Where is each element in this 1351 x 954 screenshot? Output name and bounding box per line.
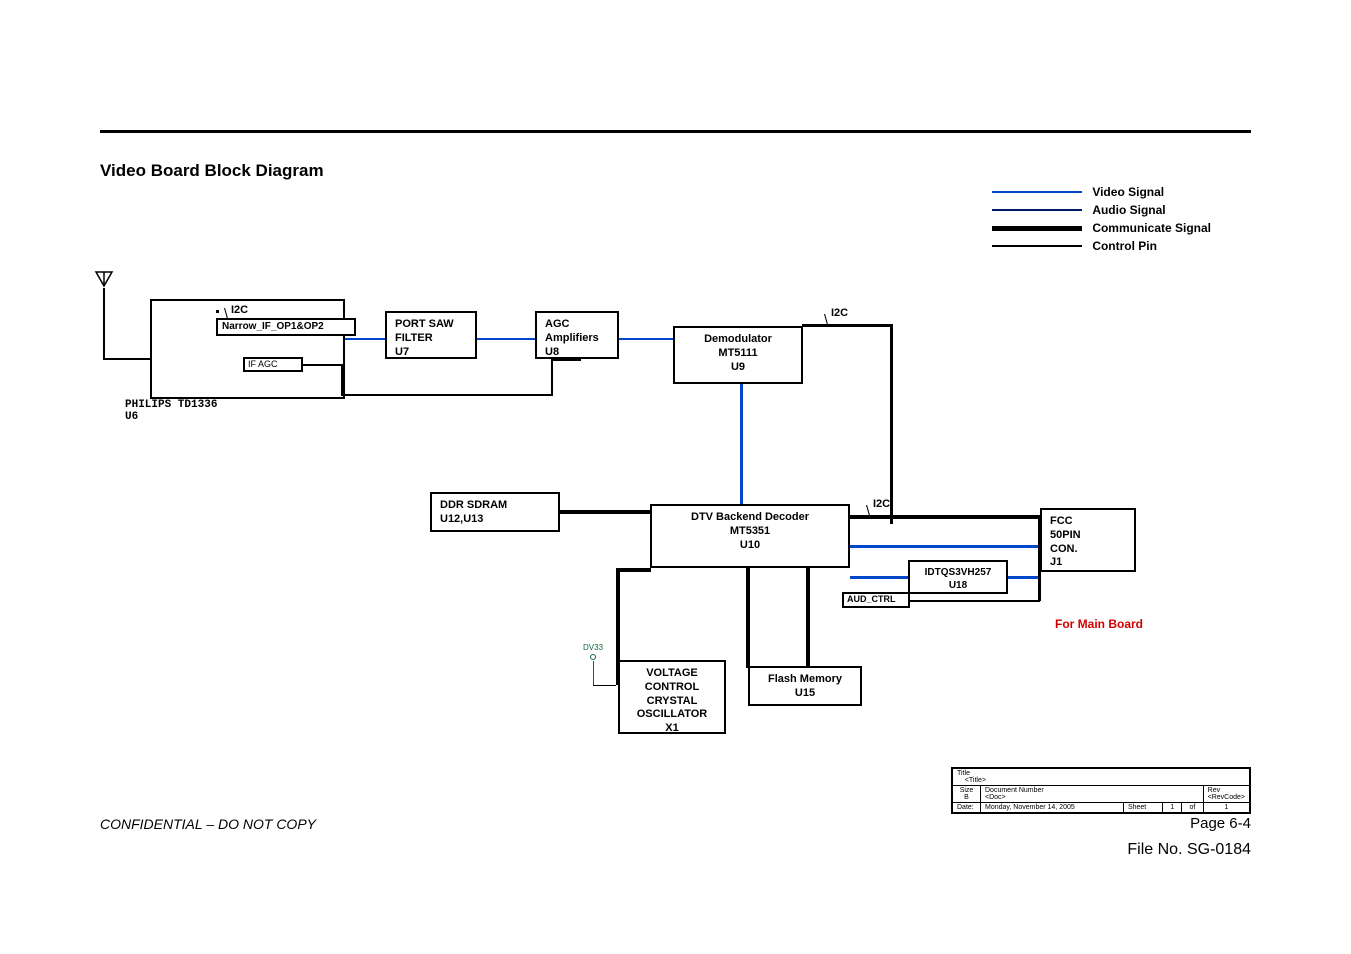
dv33-node-icon xyxy=(590,654,596,660)
wire-ifagc6 xyxy=(551,359,581,361)
label-dv33: DV33 xyxy=(583,643,603,652)
slash-icon-3: \ xyxy=(866,505,878,517)
wire-ifagc4 xyxy=(341,394,551,396)
wire-dv33 xyxy=(593,685,616,686)
footer-confidential: CONFIDENTIAL – DO NOT COPY xyxy=(100,816,316,832)
wire-dtv-fcc-top xyxy=(850,515,1040,519)
wire-dtv-down-mid xyxy=(746,568,750,668)
label-aud-ctrl: AUD_CTRL xyxy=(842,592,910,608)
wire-ifagc5 xyxy=(551,359,553,396)
block-demod: Demodulator MT5111 U9 xyxy=(673,326,803,384)
block-ddr: DDR SDRAM U12,U13 xyxy=(430,492,560,532)
wire-ifagc3 xyxy=(341,364,343,394)
tb-doc-value: <Doc> xyxy=(985,794,1006,801)
tb-date-value: Monday, November 14, 2005 xyxy=(985,804,1075,811)
tb-size-label: Size xyxy=(960,787,974,794)
tb-title-value: <Title> xyxy=(965,777,986,784)
tb-sheet-of: of xyxy=(1189,804,1195,811)
wire-agc-demod xyxy=(619,338,673,340)
block-agc: AGC Amplifiers U8 xyxy=(535,311,619,359)
label-narrow-if: Narrow_IF_OP1&OP2 xyxy=(216,318,356,336)
antenna-icon xyxy=(94,270,114,288)
tb-title-label: Title xyxy=(957,770,970,777)
label-if-agc: IF AGC xyxy=(243,357,303,372)
footer-file-no: File No. SG-0184 xyxy=(1127,841,1251,859)
tb-rev-label: Rev xyxy=(1208,787,1220,794)
wire-tuner-saw xyxy=(345,338,385,340)
tb-sheet-label: Sheet xyxy=(1128,804,1146,811)
schematic-title-block: Title <Title> Size B Document Number <Do… xyxy=(951,767,1251,814)
slash-icon-2: \ xyxy=(824,314,836,326)
wire-idtqs-fcc xyxy=(1008,576,1040,579)
wire-antenna-tuner xyxy=(103,358,150,360)
wire-dtv-idtqs xyxy=(850,576,908,579)
footer-page: Page 6-4 xyxy=(1190,815,1251,832)
wire-audctrl xyxy=(910,600,1040,602)
wire-saw-agc xyxy=(477,338,535,340)
block-saw: PORT SAW FILTER U7 xyxy=(385,311,477,359)
wire-i2c-tuner-stub xyxy=(216,310,219,313)
tb-sheet-total: 1 xyxy=(1224,804,1228,811)
wire-fcc-vert xyxy=(1038,515,1041,601)
tb-doc-label: Document Number xyxy=(985,787,1044,794)
block-idtqs: IDTQS3VH257 U18 xyxy=(908,560,1008,594)
wire-dtv-down-right xyxy=(806,568,810,668)
wire-ifagc xyxy=(303,364,343,366)
block-fcc: FCC 50PIN CON. J1 xyxy=(1040,508,1136,572)
tb-size-value: B xyxy=(964,794,969,801)
wire-demod-i2c-v xyxy=(890,324,893,524)
tb-sheet-cur: 1 xyxy=(1170,804,1174,811)
wire-ddr-dtv xyxy=(560,510,650,514)
wire-demod-dtv xyxy=(740,384,743,504)
wire-dtv-down-left-h xyxy=(616,568,651,572)
tb-date-label: Date: xyxy=(957,804,974,811)
label-for-main: For Main Board xyxy=(1055,617,1143,631)
dv33-stem xyxy=(593,661,594,685)
block-vco: VOLTAGE CONTROL CRYSTAL OSCILLATOR X1 xyxy=(618,660,726,734)
wire-demod-i2c-h xyxy=(802,324,892,327)
wire-dtv-fcc-blue xyxy=(850,545,1040,548)
tb-rev-value: <RevCode> xyxy=(1208,794,1245,801)
antenna-lead xyxy=(103,288,105,358)
block-flash: Flash Memory U15 xyxy=(748,666,862,706)
label-tuner: PHILIPS TD1336 U6 xyxy=(125,399,217,423)
block-dtv: DTV Backend Decoder MT5351 U10 xyxy=(650,504,850,568)
